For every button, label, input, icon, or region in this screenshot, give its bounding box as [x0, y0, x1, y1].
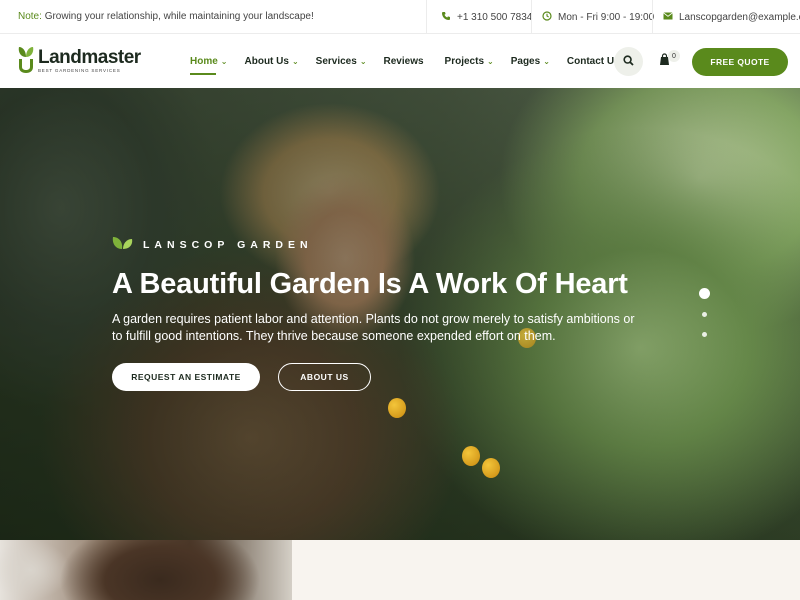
hero-title: A Beautiful Garden Is A Work Of Heart — [112, 268, 628, 300]
brand-name: Landmaster — [38, 46, 141, 68]
phone-icon — [441, 11, 451, 24]
divider — [426, 0, 427, 34]
nav-item-contact-us[interactable]: Contact Us — [567, 56, 620, 67]
bottom-panel — [292, 540, 800, 600]
top-note: Note: Growing your relationship, while m… — [18, 11, 314, 22]
nav-label: Services — [315, 56, 357, 67]
divider — [652, 0, 653, 34]
nav-label: Reviews — [383, 56, 424, 67]
top-info-bar: Note: Growing your relationship, while m… — [0, 0, 800, 34]
nav-item-services[interactable]: Services ⌄ — [316, 56, 367, 67]
hero-slider: LANSCOP GARDEN A Beautiful Garden Is A W… — [0, 88, 800, 540]
slider-dot-3[interactable] — [702, 332, 707, 337]
site-logo[interactable]: Landmaster BEST GARDENING SERVICES — [16, 45, 141, 75]
hours-text: Mon - Fri 9:00 - 19:00 — [558, 11, 655, 23]
free-quote-button[interactable]: FREE QUOTE — [692, 48, 788, 76]
chevron-down-icon: ⌄ — [359, 57, 367, 66]
leaf-icon — [112, 236, 134, 253]
nav-label: About Us — [244, 56, 289, 67]
search-icon — [623, 53, 634, 71]
phone-number: +1 310 500 7834 — [457, 11, 533, 23]
chevron-down-icon: ⌄ — [543, 57, 550, 66]
main-header: Landmaster BEST GARDENING SERVICES Home … — [0, 35, 800, 88]
nav-item-reviews[interactable]: Reviews — [384, 56, 424, 67]
nav-item-home[interactable]: Home ⌄ — [190, 56, 228, 75]
brand-tagline: BEST GARDENING SERVICES — [38, 67, 121, 73]
slider-dot-2[interactable] — [702, 312, 707, 317]
nav-label: Projects — [444, 56, 485, 67]
email-icon — [663, 11, 673, 23]
slider-pagination — [699, 288, 711, 348]
hero-eyebrow: LANSCOP GARDEN — [112, 236, 672, 253]
decorative-fruit — [388, 398, 406, 418]
leaf-logo-icon — [16, 45, 34, 75]
chevron-down-icon: ⌄ — [220, 57, 228, 66]
phone-contact[interactable]: +1 310 500 7834 — [441, 0, 532, 34]
hero-eyebrow-text: LANSCOP GARDEN — [143, 238, 313, 251]
nav-item-about-us[interactable]: About Us ⌄ — [245, 56, 299, 67]
decorative-fruit — [482, 458, 500, 478]
slider-dot-1[interactable] — [699, 288, 710, 299]
main-nav: Home ⌄ About Us ⌄ Services ⌄ Reviews Pro… — [190, 35, 637, 88]
nav-label: Pages — [510, 56, 541, 67]
chevron-down-icon: ⌄ — [291, 57, 299, 66]
hero-buttons: REQUEST AN ESTIMATE ABOUT US — [112, 363, 371, 391]
chevron-down-icon: ⌄ — [487, 57, 494, 66]
nav-item-projects[interactable]: Projects ⌄ — [445, 56, 494, 67]
nav-item-pages[interactable]: Pages ⌄ — [511, 56, 550, 67]
decorative-fruit — [462, 446, 480, 466]
business-hours: Mon - Fri 9:00 - 19:00 — [542, 0, 654, 34]
hero-content: LANSCOP GARDEN A Beautiful Garden Is A W… — [112, 236, 672, 345]
email-contact[interactable]: Lanscopgarden@example.com — [663, 0, 800, 34]
request-estimate-button[interactable]: REQUEST AN ESTIMATE — [112, 363, 260, 391]
divider — [531, 0, 532, 34]
clock-icon — [542, 10, 552, 24]
nav-label: Home — [190, 56, 218, 67]
nav-label: Contact Us — [566, 56, 620, 67]
about-us-button[interactable]: ABOUT US — [278, 363, 371, 391]
email-address: Lanscopgarden@example.com — [679, 11, 800, 23]
note-text: Growing your relationship, while maintai… — [44, 11, 314, 22]
hero-description: A garden requires patient labor and atte… — [112, 312, 635, 343]
soil-image — [0, 540, 292, 600]
cart-count-badge: 0 — [668, 50, 680, 62]
note-label: Note: — [18, 11, 42, 22]
search-button[interactable] — [614, 47, 643, 76]
